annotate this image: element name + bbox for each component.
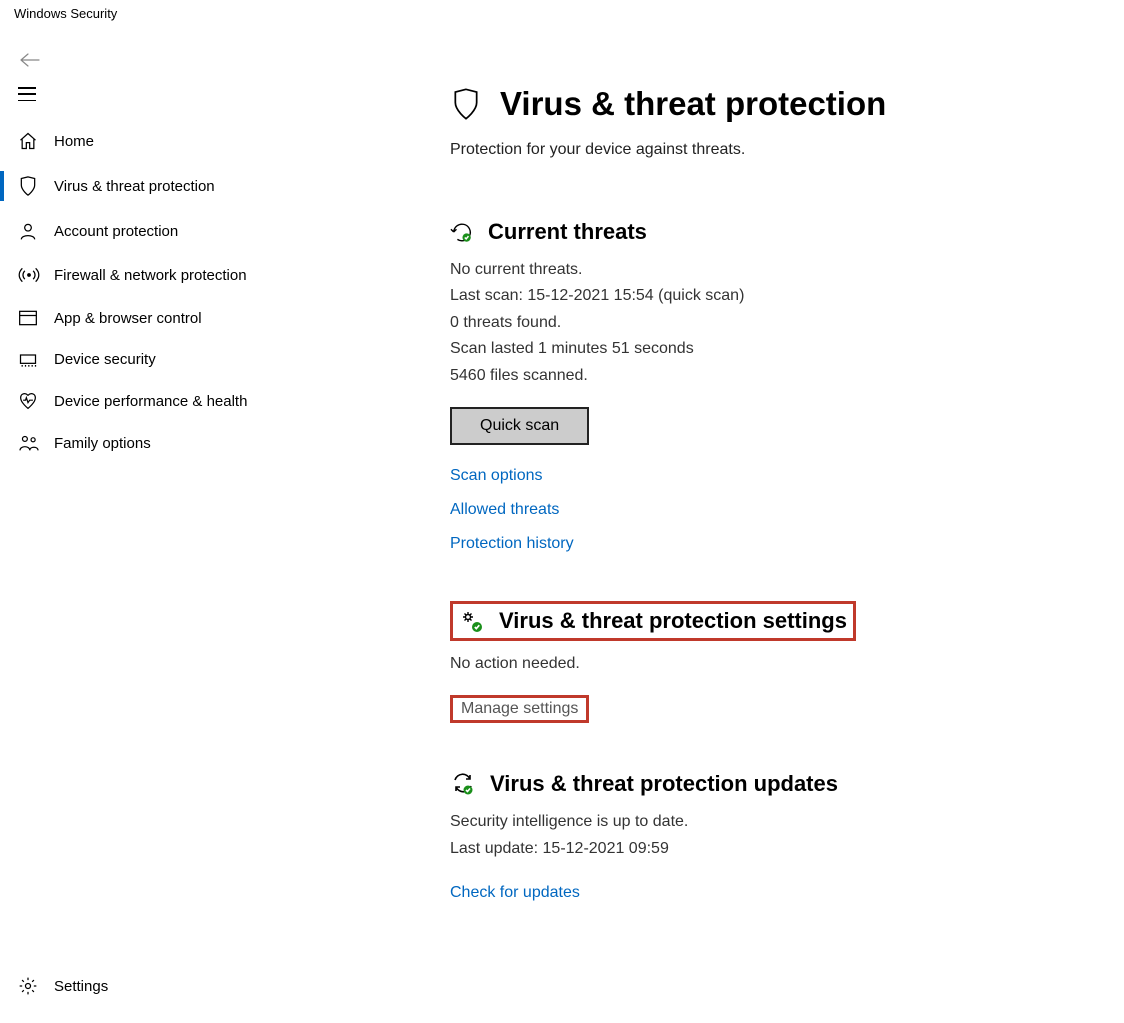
shield-icon: [18, 175, 54, 197]
refresh-check-icon: [450, 771, 476, 797]
person-icon: [18, 221, 54, 241]
section-title: Virus & threat protection updates: [490, 771, 838, 797]
sidebar-item-account[interactable]: Account protection: [0, 209, 420, 253]
manage-settings-link[interactable]: Manage settings: [461, 700, 578, 718]
sidebar-item-label: Account protection: [54, 223, 178, 240]
window-icon: [18, 309, 54, 327]
sidebar-item-label: Virus & threat protection: [54, 178, 215, 195]
window-title: Windows Security: [0, 0, 1124, 25]
main-content: Virus & threat protection Protection for…: [420, 25, 1124, 1022]
people-icon: [18, 434, 54, 452]
sidebar: Home Virus & threat protection Account p…: [0, 25, 420, 1022]
last-update-text: Last update: 15-12-2021 09:59: [450, 836, 1114, 862]
sidebar-item-home[interactable]: Home: [0, 119, 420, 163]
home-icon: [18, 131, 54, 151]
sidebar-item-device-security[interactable]: Device security: [0, 339, 420, 380]
chip-icon: [18, 352, 54, 368]
sidebar-item-label: Device performance & health: [54, 393, 247, 410]
allowed-threats-link[interactable]: Allowed threats: [450, 501, 559, 519]
scan-duration-text: Scan lasted 1 minutes 51 seconds: [450, 336, 1114, 362]
sidebar-item-label: Firewall & network protection: [54, 267, 247, 284]
radio-icon: [18, 265, 54, 285]
section-protection-settings: Virus & threat protection settings No ac…: [450, 601, 1114, 723]
arrow-left-icon: [20, 53, 40, 67]
page-title: Virus & threat protection: [500, 85, 886, 123]
check-updates-link[interactable]: Check for updates: [450, 884, 580, 902]
sidebar-item-label: Device security: [54, 351, 156, 368]
updates-status: Security intelligence is up to date.: [450, 809, 1114, 835]
highlight-settings-header: Virus & threat protection settings: [450, 601, 856, 641]
page-subtitle: Protection for your device against threa…: [450, 141, 1114, 159]
section-title: Virus & threat protection settings: [499, 608, 847, 634]
back-button[interactable]: [0, 45, 420, 79]
sidebar-item-app-browser[interactable]: App & browser control: [0, 297, 420, 339]
scan-options-link[interactable]: Scan options: [450, 467, 543, 485]
section-current-threats: Current threats No current threats. Last…: [450, 219, 1114, 553]
sidebar-item-firewall[interactable]: Firewall & network protection: [0, 253, 420, 297]
sidebar-item-virus-threat[interactable]: Virus & threat protection: [0, 163, 420, 209]
section-protection-updates: Virus & threat protection updates Securi…: [450, 771, 1114, 902]
sidebar-item-label: Settings: [54, 978, 108, 995]
sidebar-item-family[interactable]: Family options: [0, 422, 420, 464]
sidebar-item-settings[interactable]: Settings: [0, 964, 420, 1008]
section-title: Current threats: [488, 219, 647, 245]
threats-found-text: 0 threats found.: [450, 310, 1114, 336]
heart-icon: [18, 392, 54, 410]
hamburger-icon: [18, 87, 36, 101]
sidebar-item-label: Family options: [54, 435, 151, 452]
gear-icon: [18, 976, 54, 996]
menu-button[interactable]: [0, 79, 420, 119]
settings-status: No action needed.: [450, 651, 1114, 677]
last-scan-text: Last scan: 15-12-2021 15:54 (quick scan): [450, 283, 1114, 309]
protection-history-link[interactable]: Protection history: [450, 535, 574, 553]
sidebar-item-label: Home: [54, 133, 94, 150]
sidebar-item-device-performance[interactable]: Device performance & health: [0, 380, 420, 422]
history-check-icon: [450, 220, 474, 244]
shield-icon: [450, 86, 482, 122]
files-scanned-text: 5460 files scanned.: [450, 363, 1114, 389]
settings-check-icon: [459, 608, 485, 634]
sidebar-item-label: App & browser control: [54, 310, 202, 327]
quick-scan-button[interactable]: Quick scan: [450, 407, 589, 445]
threats-status: No current threats.: [450, 257, 1114, 283]
highlight-manage-settings: Manage settings: [450, 695, 589, 723]
